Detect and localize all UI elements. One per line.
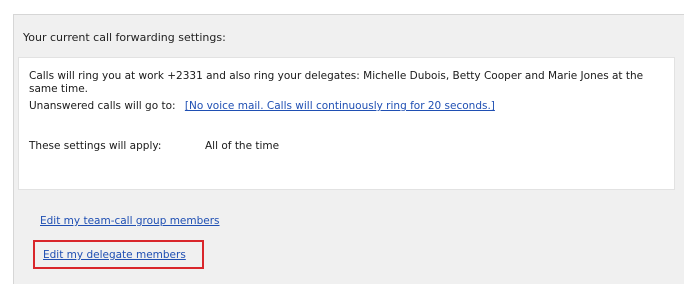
panel-title: Your current call forwarding settings: xyxy=(23,31,226,44)
edit-team-call-members-link[interactable]: Edit my team-call group members xyxy=(40,215,220,227)
apply-label: These settings will apply: xyxy=(29,140,162,152)
settings-summary-box: Calls will ring you at work +2331 and al… xyxy=(18,57,675,190)
apply-value: All of the time xyxy=(205,140,280,152)
unanswered-row: Unanswered calls will go to: [No voice m… xyxy=(29,100,495,112)
top-strip xyxy=(0,0,684,12)
unanswered-destination-link[interactable]: [No voice mail. Calls will continuously … xyxy=(185,100,495,112)
ring-description: Calls will ring you at work +2331 and al… xyxy=(29,70,644,95)
unanswered-label: Unanswered calls will go to: xyxy=(29,100,176,112)
edit-delegate-members-link[interactable]: Edit my delegate members xyxy=(43,249,186,261)
delegate-link-highlight: Edit my delegate members xyxy=(33,240,204,269)
